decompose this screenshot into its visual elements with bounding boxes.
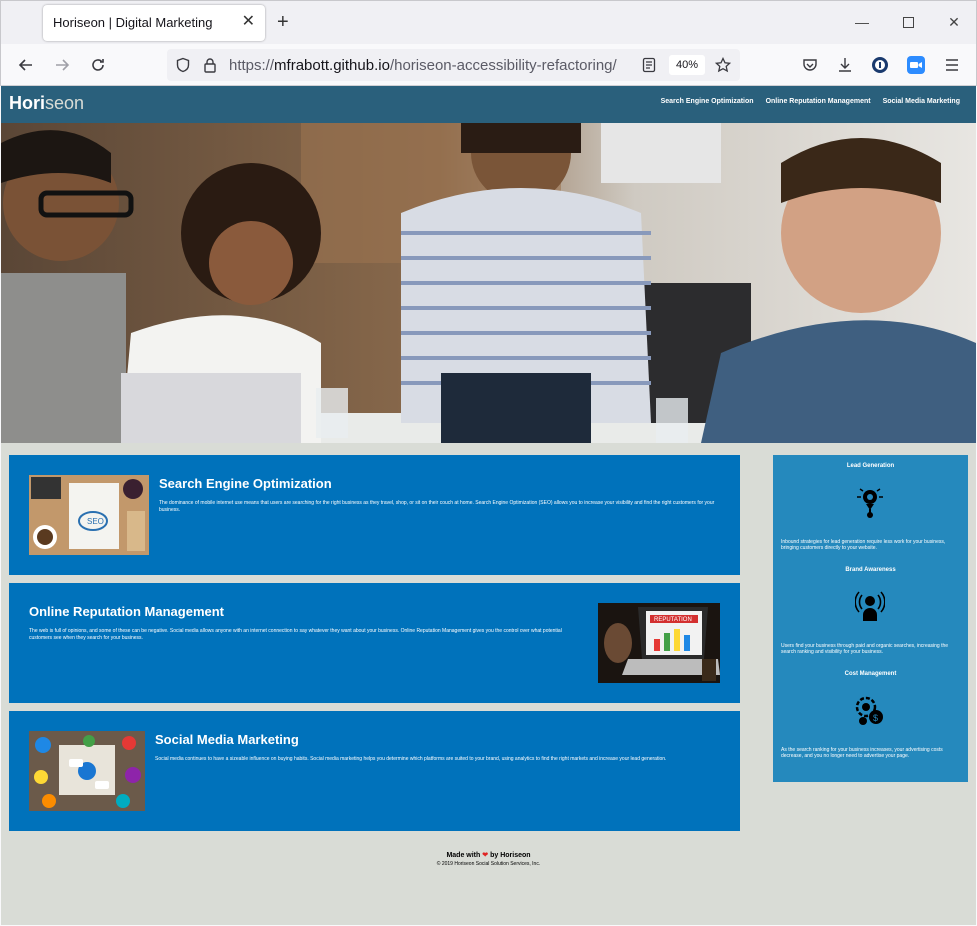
smm-section: Social Media Marketing Social media cont… <box>9 711 740 831</box>
zoom-level-badge[interactable]: 40% <box>669 55 705 75</box>
benefit-title: Brand Awareness <box>845 567 896 573</box>
svg-text:$: $ <box>873 713 878 723</box>
orm-section: Online Reputation Management The web is … <box>9 583 740 703</box>
site-logo[interactable]: Horiseon <box>9 93 84 114</box>
close-tab-icon[interactable]: ✕ <box>242 13 255 31</box>
browser-toolbar: https://mfrabott.github.io/horiseon-acce… <box>0 44 977 86</box>
orm-title: Online Reputation Management <box>29 604 225 619</box>
heart-icon: ❤ <box>482 852 489 859</box>
hero-image <box>1 123 976 443</box>
extension-icon[interactable] <box>868 53 892 77</box>
tab-title: Horiseon | Digital Marketing <box>53 15 213 30</box>
forward-icon[interactable] <box>50 53 74 77</box>
smm-text: Social media continues to have a sizeabl… <box>155 756 667 762</box>
nav-link-seo[interactable]: Search Engine Optimization <box>661 98 754 105</box>
orm-text: The web is full of opinions, and some of… <box>29 628 562 641</box>
seo-title: Search Engine Optimization <box>159 476 332 491</box>
shield-icon[interactable] <box>171 53 195 77</box>
back-icon[interactable] <box>14 53 38 77</box>
bookmark-star-icon[interactable] <box>711 53 735 77</box>
download-icon[interactable] <box>833 53 857 77</box>
benefit-title: Cost Management <box>844 671 897 677</box>
browser-tab-bar: Horiseon | Digital Marketing ✕ + — ✕ <box>0 0 977 44</box>
maximize-icon[interactable] <box>897 11 919 33</box>
footer-copyright: © 2019 Horiseon Social Solution Services… <box>436 861 541 867</box>
url-text[interactable]: https://mfrabott.github.io/horiseon-acce… <box>229 57 617 74</box>
menu-icon[interactable] <box>940 53 964 77</box>
smm-title: Social Media Marketing <box>155 732 299 747</box>
svg-text:REPUTATION: REPUTATION <box>654 617 692 623</box>
browser-tab[interactable]: Horiseon | Digital Marketing ✕ <box>43 5 265 41</box>
benefits-sidebar: Lead Generation Inbound strategies for l… <box>773 455 968 782</box>
lead-generation-icon <box>855 487 885 519</box>
benefit-text: Users find your business through paid an… <box>781 643 949 655</box>
reader-view-icon[interactable] <box>637 53 661 77</box>
site-footer: Made with ❤ by Horiseon © 2019 Horiseon … <box>1 851 976 867</box>
cost-management-icon: $ <box>855 695 885 727</box>
svg-text:SEO: SEO <box>87 517 104 526</box>
footer-made-with: Made with ❤ by Horiseon <box>446 852 531 859</box>
benefit-title: Lead Generation <box>846 463 895 469</box>
lock-icon[interactable] <box>198 53 222 77</box>
window-close-icon[interactable]: ✕ <box>943 11 965 33</box>
seo-image: SEO <box>29 475 149 555</box>
minimize-icon[interactable]: — <box>851 11 873 33</box>
orm-image: REPUTATION <box>598 603 720 683</box>
brand-awareness-icon <box>854 591 886 623</box>
seo-text: The dominance of mobile internet use mea… <box>159 500 715 513</box>
site-header: Horiseon Search Engine Optimization Onli… <box>1 86 976 123</box>
reload-icon[interactable] <box>86 53 110 77</box>
new-tab-icon[interactable]: + <box>277 11 289 33</box>
zoom-meeting-icon[interactable] <box>904 53 928 77</box>
nav-link-orm[interactable]: Online Reputation Management <box>766 98 871 105</box>
nav-link-smm[interactable]: Social Media Marketing <box>883 98 960 105</box>
address-bar[interactable]: https://mfrabott.github.io/horiseon-acce… <box>167 49 740 81</box>
benefit-text: As the search ranking for your business … <box>781 747 943 759</box>
pocket-icon[interactable] <box>798 53 822 77</box>
smm-image <box>29 731 145 811</box>
site-nav: Search Engine Optimization Online Reputa… <box>661 98 960 105</box>
benefit-text: Inbound strategies for lead generation r… <box>781 539 946 551</box>
seo-section: SEO Search Engine Optimization The domin… <box>9 455 740 575</box>
web-page: Horiseon Search Engine Optimization Onli… <box>1 86 976 925</box>
